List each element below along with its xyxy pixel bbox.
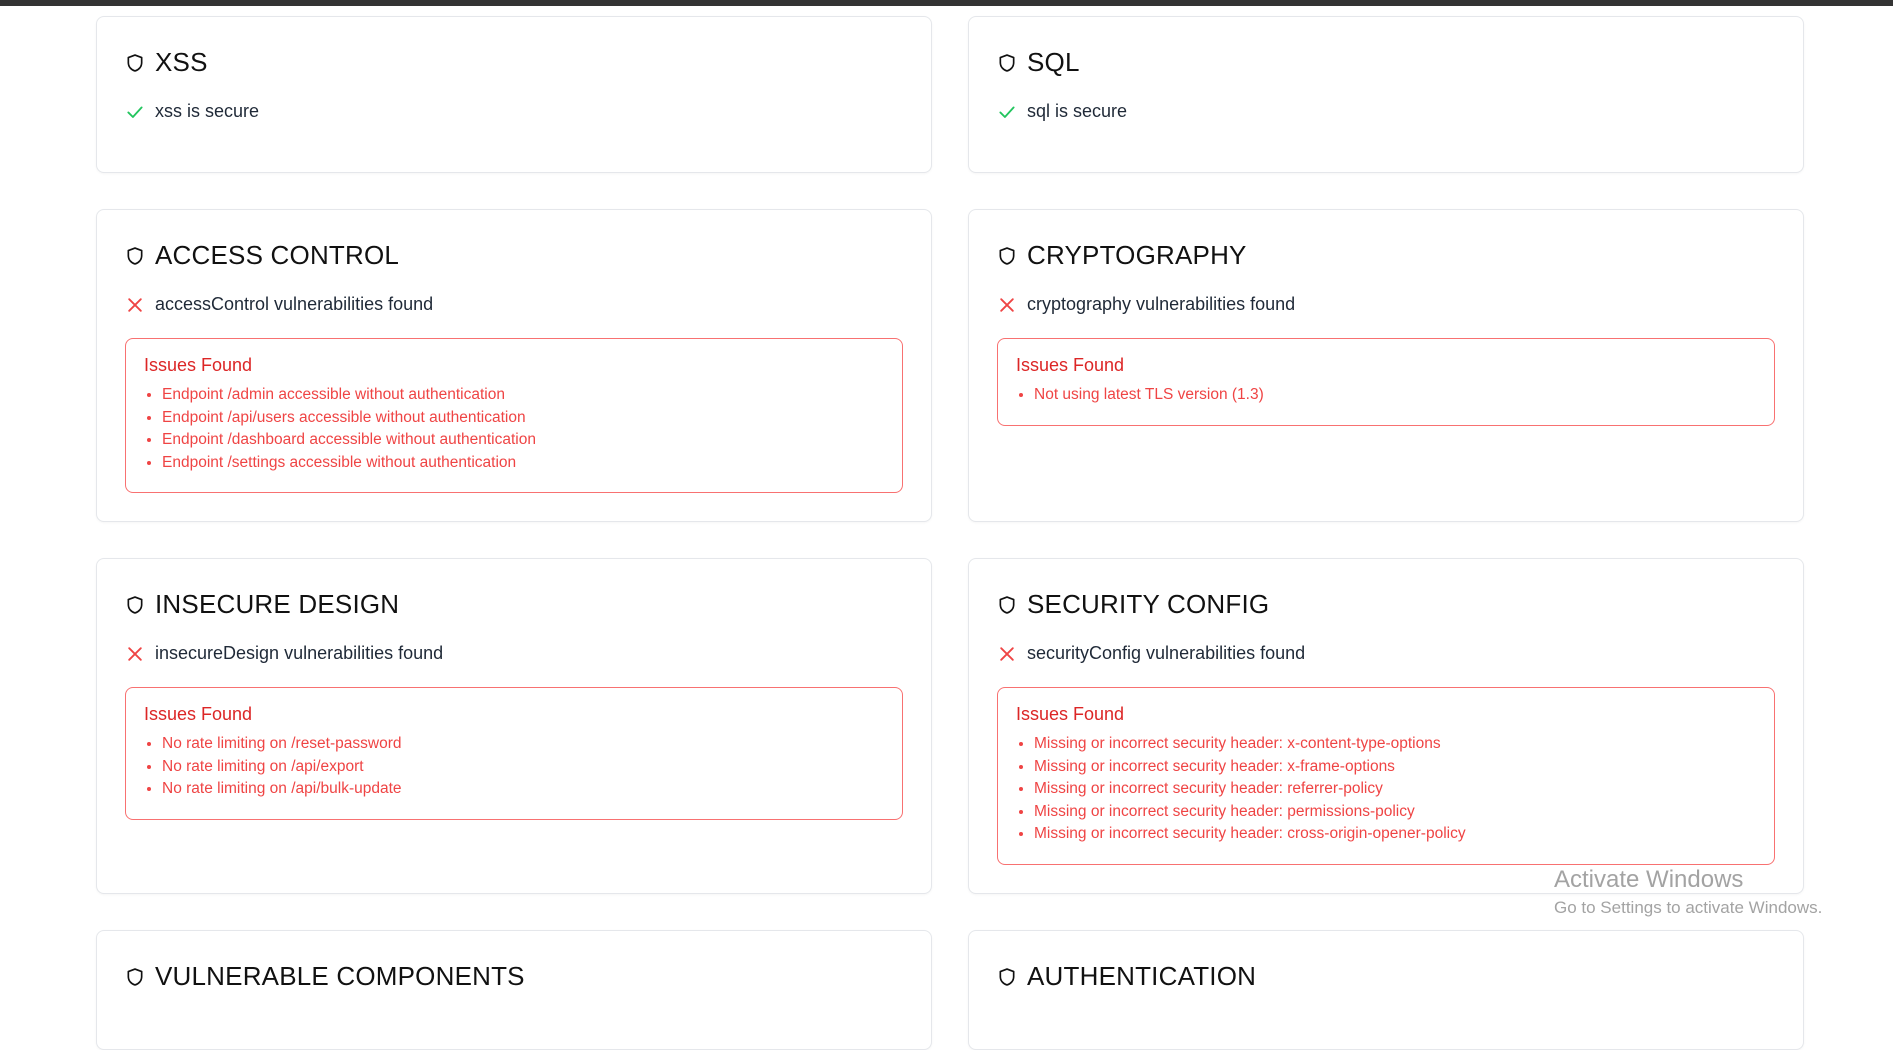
issues-list: Missing or incorrect security header: x-… bbox=[1016, 733, 1756, 846]
issues-box: Issues Found Endpoint /admin accessible w… bbox=[125, 338, 903, 494]
check-icon bbox=[997, 102, 1027, 122]
card-header: CRYPTOGRAPHY bbox=[997, 240, 1247, 271]
status-text: accessControl vulnerabilities found bbox=[155, 294, 434, 314]
issue-item: No rate limiting on /api/bulk-update bbox=[162, 778, 884, 801]
x-icon bbox=[997, 644, 1027, 664]
shield-icon bbox=[125, 246, 155, 266]
shield-icon bbox=[997, 967, 1027, 987]
issues-box: Issues Found Missing or incorrect securit… bbox=[997, 687, 1775, 865]
issues-list: Endpoint /admin accessible without authe… bbox=[144, 384, 884, 474]
status-line: accessControl vulnerabilities found bbox=[125, 294, 433, 315]
shield-icon bbox=[997, 53, 1027, 73]
card-title: XSS bbox=[155, 47, 208, 77]
card-header: XSS bbox=[125, 47, 208, 78]
check-card-access-control: ACCESS CONTROL accessControl vulnerabilit… bbox=[96, 209, 932, 522]
card-header: SQL bbox=[997, 47, 1080, 78]
status-text: insecureDesign vulnerabilities found bbox=[155, 643, 444, 663]
shield-icon bbox=[125, 53, 155, 73]
status-text: securityConfig vulnerabilities found bbox=[1027, 643, 1306, 663]
check-card-vulnerable-components: VULNERABLE COMPONENTS bbox=[96, 930, 932, 1050]
shield-icon bbox=[997, 246, 1027, 266]
issue-item: No rate limiting on /reset-password bbox=[162, 733, 884, 756]
activate-windows-watermark: Activate Windows Go to Settings to activ… bbox=[1554, 866, 1822, 918]
issues-box: Issues Found Not using latest TLS version… bbox=[997, 338, 1775, 426]
check-card-sql: SQL sql is secure bbox=[968, 16, 1804, 173]
card-title: AUTHENTICATION bbox=[1027, 961, 1257, 991]
check-card-insecure-design: INSECURE DESIGN insecureDesign vulnerabil… bbox=[96, 558, 932, 894]
card-header: SECURITY CONFIG bbox=[997, 589, 1269, 620]
shield-icon bbox=[997, 595, 1027, 615]
shield-icon bbox=[125, 967, 155, 987]
issue-item: Missing or incorrect security header: re… bbox=[1034, 778, 1756, 801]
x-icon bbox=[125, 644, 155, 664]
issue-item: Endpoint /settings accessible without au… bbox=[162, 452, 884, 475]
issue-item: Endpoint /api/users accessible without a… bbox=[162, 407, 884, 430]
x-icon bbox=[125, 295, 155, 315]
status-line: cryptography vulnerabilities found bbox=[997, 294, 1295, 315]
issues-title: Issues Found bbox=[144, 355, 253, 375]
check-card-xss: XSS xss is secure bbox=[96, 16, 932, 173]
status-line: securityConfig vulnerabilities found bbox=[997, 643, 1305, 664]
status-line: xss is secure bbox=[125, 101, 259, 122]
issue-item: Endpoint /dashboard accessible without a… bbox=[162, 429, 884, 452]
watermark-subtitle: Go to Settings to activate Windows. bbox=[1554, 898, 1823, 917]
check-card-security-config: SECURITY CONFIG securityConfig vulnerabil… bbox=[968, 558, 1804, 894]
scan-results-grid: XSS xss is secure SQL sql is secure ACCESS C… bbox=[0, 0, 1893, 1050]
issues-title: Issues Found bbox=[1016, 704, 1125, 724]
card-header: INSECURE DESIGN bbox=[125, 589, 399, 620]
card-title: ACCESS CONTROL bbox=[155, 240, 400, 270]
issues-title: Issues Found bbox=[1016, 355, 1125, 375]
issues-list: Not using latest TLS version (1.3) bbox=[1016, 384, 1756, 407]
x-icon bbox=[997, 295, 1027, 315]
shield-icon bbox=[125, 595, 155, 615]
check-card-authentication: AUTHENTICATION bbox=[968, 930, 1804, 1050]
card-title: VULNERABLE COMPONENTS bbox=[155, 961, 525, 991]
issue-item: Not using latest TLS version (1.3) bbox=[1034, 384, 1756, 407]
issue-item: Missing or incorrect security header: x-… bbox=[1034, 756, 1756, 779]
card-header: ACCESS CONTROL bbox=[125, 240, 399, 271]
status-line: sql is secure bbox=[997, 101, 1127, 122]
watermark-title: Activate Windows bbox=[1554, 866, 1744, 893]
issues-list: No rate limiting on /reset-passwordNo ra… bbox=[144, 733, 884, 801]
status-text: sql is secure bbox=[1027, 101, 1128, 121]
card-title: SQL bbox=[1027, 47, 1080, 77]
issue-item: Missing or incorrect security header: cr… bbox=[1034, 823, 1756, 846]
card-title: CRYPTOGRAPHY bbox=[1027, 240, 1247, 270]
card-header: VULNERABLE COMPONENTS bbox=[125, 961, 525, 992]
card-title: SECURITY CONFIG bbox=[1027, 589, 1270, 619]
issue-item: Missing or incorrect security header: pe… bbox=[1034, 801, 1756, 824]
card-title: INSECURE DESIGN bbox=[155, 589, 400, 619]
status-text: xss is secure bbox=[155, 101, 260, 121]
issue-item: Endpoint /admin accessible without authe… bbox=[162, 384, 884, 407]
card-header: AUTHENTICATION bbox=[997, 961, 1256, 992]
check-icon bbox=[125, 102, 155, 122]
issues-box: Issues Found No rate limiting on /reset-p… bbox=[125, 687, 903, 820]
status-text: cryptography vulnerabilities found bbox=[1027, 294, 1296, 314]
status-line: insecureDesign vulnerabilities found bbox=[125, 643, 443, 664]
issues-title: Issues Found bbox=[144, 704, 253, 724]
issue-item: Missing or incorrect security header: x-… bbox=[1034, 733, 1756, 756]
check-card-cryptography: CRYPTOGRAPHY cryptography vulnerabilities… bbox=[968, 209, 1804, 522]
issue-item: No rate limiting on /api/export bbox=[162, 756, 884, 779]
